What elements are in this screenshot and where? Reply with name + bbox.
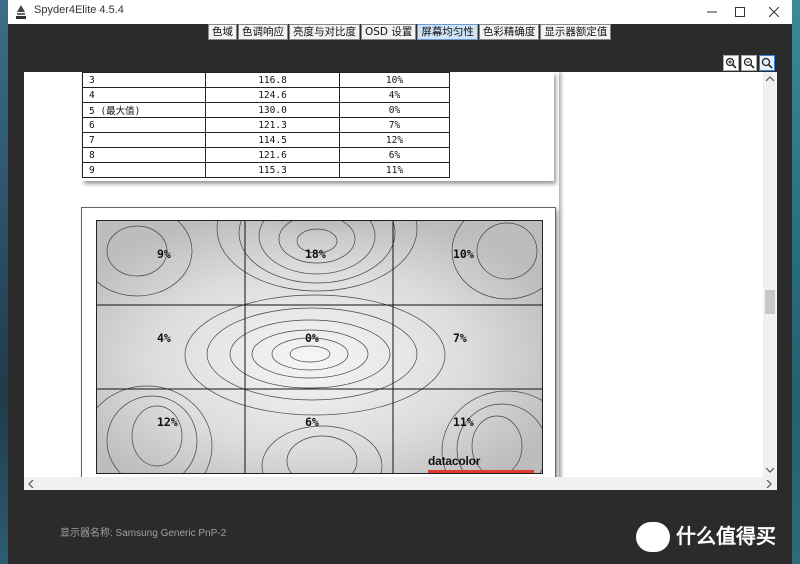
tab-brightness-contrast[interactable]: 亮度与对比度 [289, 24, 360, 40]
table-cell-luminance: 130.0 [205, 102, 340, 118]
zoom-fit-icon [761, 57, 773, 69]
table-cell-luminance: 121.6 [205, 147, 340, 163]
zoom-out-icon [743, 57, 755, 69]
table-cell-deviation: 0% [339, 102, 450, 118]
uniformity-cell-value: 6% [305, 415, 319, 429]
tab-screen-uniformity[interactable]: 屏幕均匀性 [417, 24, 478, 40]
table-cell-luminance: 116.8 [205, 72, 340, 88]
scroll-left-icon[interactable] [28, 480, 34, 488]
monitor-name-label: 显示器名称: Samsung Generic PnP-2 [60, 528, 227, 539]
table-row: 9 115.3 11% [82, 162, 450, 178]
uniformity-cell-value: 12% [157, 415, 178, 429]
uniformity-cell-value: 0% [305, 331, 319, 345]
table-cell-deviation: 4% [339, 87, 450, 103]
horizontal-scrollbar[interactable] [24, 477, 777, 490]
datacolor-logo: datacolor [428, 454, 481, 468]
uniformity-cell-value: 11% [453, 415, 474, 429]
watermark-text: 什么值得买 [676, 524, 776, 548]
table-cell-position: 5 (最大值) [82, 102, 206, 118]
uniformity-map: 9% 18% 10% 4% 0% 7% 12% 6% 11% datacolor [96, 220, 543, 474]
table-cell-luminance: 124.6 [205, 87, 340, 103]
zoom-in-icon [725, 57, 737, 69]
app-icon [16, 5, 26, 19]
scroll-right-icon[interactable] [766, 480, 772, 488]
table-cell-position: 8 [82, 147, 206, 163]
tab-color-accuracy[interactable]: 色彩精确度 [478, 24, 540, 40]
close-icon [769, 7, 779, 17]
uniformity-cell-value: 4% [157, 331, 171, 345]
scroll-up-icon[interactable] [766, 76, 774, 82]
tab-bar: 色域 色调响应 亮度与对比度 OSD 设置 屏幕均匀性 色彩精确度 显示器额定值 [208, 24, 612, 40]
desktop-left-strip [0, 0, 8, 564]
table-cell-deviation: 10% [339, 72, 450, 88]
window-title: Spyder4Elite 4.5.4 [34, 4, 124, 16]
uniformity-table: 3 116.8 10% 4 124.6 4% 5 (最大值) 130.0 0% 6 121.3 7% 7… [82, 72, 450, 178]
datacolor-logo-bar [428, 470, 534, 473]
table-row: 5 (最大值) 130.0 0% [82, 102, 450, 118]
close-button[interactable] [758, 0, 790, 24]
table-row: 3 116.8 10% [82, 72, 450, 88]
table-cell-position: 9 [82, 162, 206, 178]
table-row: 8 121.6 6% [82, 147, 450, 163]
vertical-scrollbar[interactable] [763, 72, 777, 477]
table-cell-position: 7 [82, 132, 206, 148]
table-cell-luminance: 114.5 [205, 132, 340, 148]
table-row: 6 121.3 7% [82, 117, 450, 133]
table-cell-deviation: 6% [339, 147, 450, 163]
desktop-right-strip [792, 0, 800, 564]
zoom-fit-button[interactable] [759, 55, 775, 71]
zoom-in-button[interactable] [723, 55, 739, 71]
uniformity-cell-value: 10% [453, 247, 474, 261]
uniformity-cell-value: 7% [453, 331, 467, 345]
app-window: Spyder4Elite 4.5.4 色域 色调响应 亮度与对比度 OSD 设置… [8, 0, 792, 564]
uniformity-map-frame: 9% 18% 10% 4% 0% 7% 12% 6% 11% datacolor [81, 207, 556, 477]
scroll-down-icon[interactable] [766, 467, 774, 473]
tab-tone-response[interactable]: 色调响应 [238, 24, 288, 40]
watermark-badge [636, 522, 670, 552]
title-bar: Spyder4Elite 4.5.4 [8, 0, 792, 24]
table-cell-deviation: 12% [339, 132, 450, 148]
tab-gamut[interactable]: 色域 [208, 24, 237, 40]
table-cell-position: 4 [82, 87, 206, 103]
table-cell-luminance: 121.3 [205, 117, 340, 133]
tab-osd-settings[interactable]: OSD 设置 [361, 24, 417, 40]
table-cell-deviation: 7% [339, 117, 450, 133]
table-cell-luminance: 115.3 [205, 162, 340, 178]
table-cell-deviation: 11% [339, 162, 450, 178]
zoom-out-button[interactable] [741, 55, 757, 71]
maximize-button[interactable] [724, 0, 756, 24]
minimize-icon [707, 11, 717, 13]
vertical-scroll-thumb[interactable] [765, 290, 775, 314]
report-viewport[interactable]: 3 116.8 10% 4 124.6 4% 5 (最大值) 130.0 0% 6 121.3 7% 7… [24, 72, 763, 477]
table-cell-position: 3 [82, 72, 206, 88]
table-cell-position: 6 [82, 117, 206, 133]
maximize-icon [735, 7, 745, 17]
table-row: 7 114.5 12% [82, 132, 450, 148]
uniformity-cell-value: 18% [305, 247, 326, 261]
table-row: 4 124.6 4% [82, 87, 450, 103]
tab-monitor-rating[interactable]: 显示器额定值 [540, 24, 612, 40]
uniformity-cell-value: 9% [157, 247, 171, 261]
